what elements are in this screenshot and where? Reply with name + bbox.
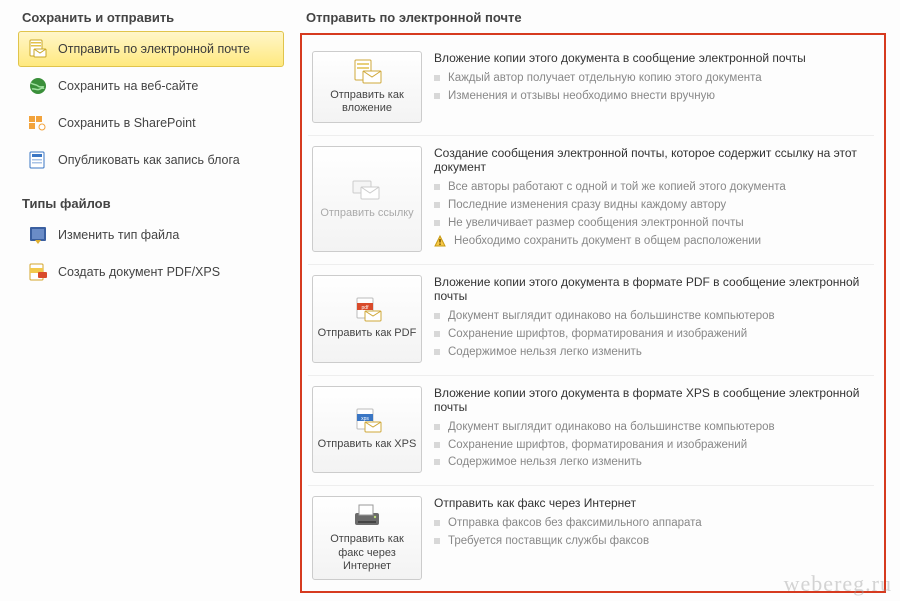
pdf-xps-icon (28, 262, 48, 282)
option-bullet: Документ выглядит одинаково на большинст… (434, 420, 870, 435)
blog-icon (28, 150, 48, 170)
option-bullet: Содержимое нельзя легко изменить (434, 345, 870, 360)
option-bullet: Изменения и отзывы необходимо внести вру… (434, 89, 870, 104)
option-bullet: Отправка факсов без факсимильного аппара… (434, 516, 870, 531)
bullet-square-icon (434, 424, 440, 430)
option-description: Вложение копии этого документа в формате… (434, 386, 870, 474)
bullet-square-icon (434, 349, 440, 355)
bullet-square-icon (434, 220, 440, 226)
option-description: Отправить как факс через Интернет Отправ… (434, 496, 870, 580)
option-headline: Вложение копии этого документа в формате… (434, 275, 870, 303)
bullet-square-icon (434, 93, 440, 99)
main-panel: Отправить по электронной почте Отправить… (290, 0, 900, 601)
option-row-attachment: Отправить как вложение Вложение копии эт… (308, 41, 874, 136)
option-button-label: Отправить как XPS (318, 438, 417, 451)
bullet-square-icon (434, 75, 440, 81)
option-row-pdf: pdf Отправить как PDF Вложение копии это… (308, 265, 874, 376)
option-bullets: Документ выглядит одинаково на большинст… (434, 420, 870, 471)
bullet-square-icon (434, 202, 440, 208)
option-button-label: Отправить как факс через Интернет (317, 533, 417, 573)
change-filetype-icon (28, 225, 48, 245)
option-bullets: Документ выглядит одинаково на большинст… (434, 309, 870, 360)
send-as-fax-button[interactable]: Отправить как факс через Интернет (312, 496, 422, 580)
option-button-label: Отправить ссылку (320, 207, 413, 220)
option-headline: Создание сообщения электронной почты, ко… (434, 146, 870, 174)
option-button-label: Отправить как PDF (318, 327, 417, 340)
option-headline: Вложение копии этого документа в формате… (434, 386, 870, 414)
send-as-xps-button[interactable]: xps Отправить как XPS (312, 386, 422, 474)
option-button-label: Отправить как вложение (317, 89, 417, 115)
sidebar-item-label: Опубликовать как запись блога (58, 153, 240, 167)
main-title: Отправить по электронной почте (306, 10, 886, 25)
bullet-square-icon (434, 538, 440, 544)
sidebar-item-label: Изменить тип файла (58, 228, 179, 242)
bullet-square-icon (434, 520, 440, 526)
sidebar-group-title: Сохранить и отправить (22, 10, 290, 25)
option-bullet: Документ выглядит одинаково на большинст… (434, 309, 870, 324)
bullet-square-icon (434, 184, 440, 190)
option-description: Создание сообщения электронной почты, ко… (434, 146, 870, 252)
fax-icon (351, 503, 383, 529)
sidebar-item-label: Отправить по электронной почте (58, 42, 250, 56)
sidebar-item-blog[interactable]: Опубликовать как запись блога (18, 142, 284, 178)
option-bullet: Все авторы работают с одной и той же коп… (434, 180, 870, 195)
options-frame: Отправить как вложение Вложение копии эт… (300, 33, 886, 593)
option-bullets: Отправка факсов без факсимильного аппара… (434, 516, 870, 549)
pdf-icon: pdf (351, 297, 383, 323)
sidebar-item-sharepoint[interactable]: Сохранить в SharePoint (18, 105, 284, 141)
option-description: Вложение копии этого документа в сообщен… (434, 51, 870, 123)
sidebar-item-save-web[interactable]: Сохранить на веб-сайте (18, 68, 284, 104)
sidebar-group-filetypes: Типы файлов Изменить тип файла Создать д… (18, 196, 290, 290)
send-link-button: Отправить ссылку (312, 146, 422, 252)
option-row-xps: xps Отправить как XPS Вложение копии это… (308, 376, 874, 487)
svg-text:pdf: pdf (362, 305, 370, 311)
bullet-square-icon (434, 313, 440, 319)
option-bullet: Не увеличивает размер сообщения электрон… (434, 216, 870, 231)
sidebar-item-change-filetype[interactable]: Изменить тип файла (18, 217, 284, 253)
option-row-fax: Отправить как факс через Интернет Отправ… (308, 486, 874, 592)
option-bullet: Последние изменения сразу видны каждому … (434, 198, 870, 213)
option-bullet: Сохранение шрифтов, форматирования и изо… (434, 327, 870, 342)
mail-page-icon (28, 39, 48, 59)
warning-icon (434, 235, 446, 247)
sidebar-item-send-email[interactable]: Отправить по электронной почте (18, 31, 284, 67)
option-row-send-link: Отправить ссылку Создание сообщения элек… (308, 136, 874, 265)
send-link-icon (351, 177, 383, 203)
sidebar: Сохранить и отправить Отправить по элект… (0, 0, 290, 601)
bullet-square-icon (434, 442, 440, 448)
sidebar-group-title: Типы файлов (22, 196, 290, 211)
bullet-square-icon (434, 459, 440, 465)
option-description: Вложение копии этого документа в формате… (434, 275, 870, 363)
sharepoint-icon (28, 113, 48, 133)
sidebar-item-label: Создать документ PDF/XPS (58, 265, 220, 279)
sidebar-group-send: Сохранить и отправить Отправить по элект… (18, 10, 290, 178)
option-bullets: Все авторы работают с одной и той же коп… (434, 180, 870, 249)
option-bullet: Содержимое нельзя легко изменить (434, 455, 870, 470)
sidebar-item-label: Сохранить в SharePoint (58, 116, 196, 130)
sidebar-item-label: Сохранить на веб-сайте (58, 79, 198, 93)
sidebar-item-create-pdf-xps[interactable]: Создать документ PDF/XPS (18, 254, 284, 290)
option-bullet: Требуется поставщик службы факсов (434, 534, 870, 549)
option-headline: Вложение копии этого документа в сообщен… (434, 51, 870, 65)
option-bullet: Сохранение шрифтов, форматирования и изо… (434, 438, 870, 453)
option-bullets: Каждый автор получает отдельную копию эт… (434, 71, 870, 104)
send-as-attachment-button[interactable]: Отправить как вложение (312, 51, 422, 123)
option-bullet: Каждый автор получает отдельную копию эт… (434, 71, 870, 86)
option-bullet-warning: Необходимо сохранить документ в общем ра… (434, 234, 870, 249)
option-headline: Отправить как факс через Интернет (434, 496, 870, 510)
attachment-mail-icon (351, 59, 383, 85)
send-as-pdf-button[interactable]: pdf Отправить как PDF (312, 275, 422, 363)
globe-icon (28, 76, 48, 96)
svg-text:xps: xps (361, 416, 369, 422)
xps-icon: xps (351, 408, 383, 434)
bullet-square-icon (434, 331, 440, 337)
